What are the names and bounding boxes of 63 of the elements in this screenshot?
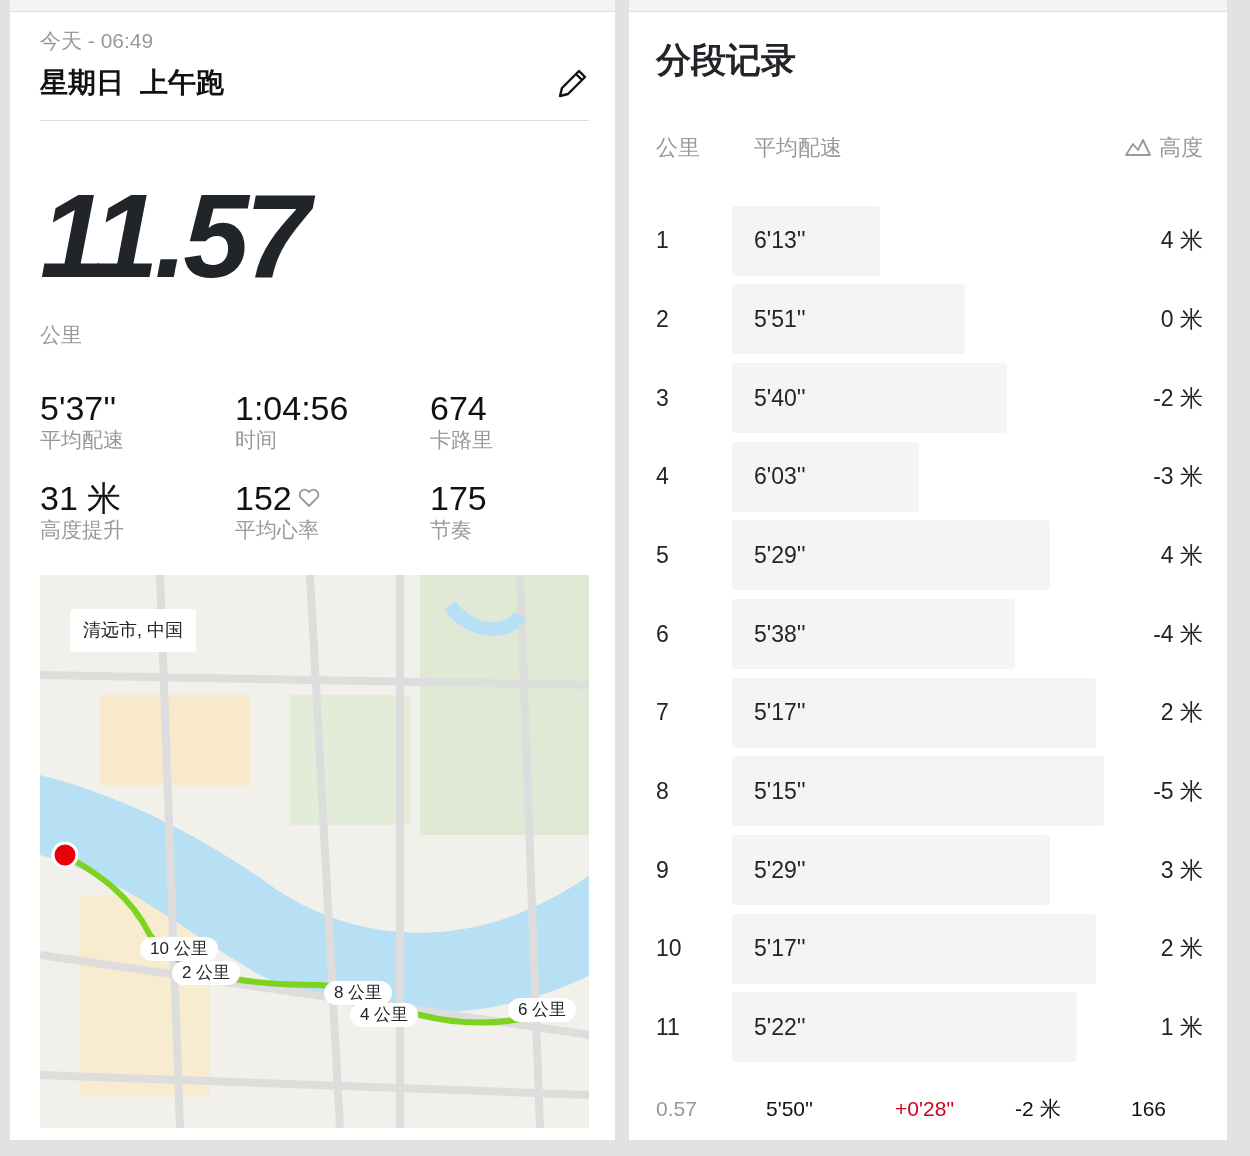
- elevation-value: 3 米: [1160, 855, 1203, 885]
- elevation-value: 4 米: [1160, 541, 1203, 570]
- pace-bar: 5'29'': [732, 835, 1050, 905]
- column-header: 公里: [656, 133, 701, 162]
- edit-button[interactable]: [557, 67, 589, 99]
- pace-bar: 6'03'': [732, 441, 919, 512]
- elevation-value: -5 米: [1153, 777, 1203, 807]
- pace-bar: 5'15'': [732, 756, 1104, 827]
- pace-bar: 5'17'': [732, 677, 1097, 748]
- stat-label: 高度提升: [40, 516, 125, 543]
- date-time: 今天 - 06:49: [40, 28, 155, 54]
- split-number: 10: [656, 934, 683, 964]
- elevation-value: 0 米: [1160, 304, 1203, 334]
- pencil-icon: [557, 67, 589, 99]
- activity-title: 星期日 上午跑: [40, 66, 224, 100]
- distance-unit: 公里: [40, 322, 83, 348]
- stat-value: 175: [430, 478, 487, 517]
- elevation-value: 4 米: [1160, 226, 1203, 256]
- split-number: 8: [656, 777, 670, 807]
- summary-value: 166: [1131, 1096, 1168, 1123]
- elevation-value: 2 米: [1160, 934, 1203, 964]
- split-number: 2: [656, 304, 670, 334]
- summary-value: 5'50'': [766, 1096, 815, 1123]
- split-number: 11: [656, 1013, 681, 1043]
- stat-label: 平均心率: [235, 516, 320, 543]
- split-number: 6: [656, 619, 670, 649]
- elevation-value: -4 米: [1153, 619, 1203, 649]
- pace-bar: 5'40'': [732, 362, 1008, 433]
- pace-bar: 5'29'': [732, 520, 1050, 591]
- stat-value: 152: [235, 478, 292, 517]
- split-number: 5: [656, 541, 670, 570]
- elevation-value: 1 米: [1160, 1013, 1203, 1043]
- elevation-value: -2 米: [1153, 383, 1203, 413]
- stat-value: 31 米: [40, 478, 122, 517]
- pace-bar: 5'38'': [732, 598, 1016, 669]
- pace-bar: 5'17'': [732, 913, 1097, 984]
- summary-value: 0.57: [656, 1096, 698, 1123]
- split-number: 1: [656, 226, 670, 256]
- column-header: 高度: [1159, 133, 1203, 162]
- elevation-value: 2 米: [1160, 698, 1203, 728]
- summary-value: -2 米: [1015, 1096, 1062, 1123]
- stat-label: 平均配速: [40, 426, 125, 453]
- stat-value: 1:04:56: [235, 388, 349, 427]
- split-number: 9: [656, 855, 670, 885]
- split-number: 4: [656, 462, 670, 492]
- distance-value: 11.57: [40, 177, 589, 295]
- elevation-value: -3 米: [1153, 462, 1203, 492]
- mountain-icon: [1125, 138, 1151, 156]
- split-number: 3: [656, 383, 670, 413]
- pace-bar: 5'51'': [732, 284, 965, 355]
- stat-label: 卡路里: [430, 426, 494, 453]
- heart-icon: [297, 487, 320, 508]
- summary-value: +0'28'': [895, 1096, 956, 1123]
- pace-bar: 6'13'': [732, 205, 880, 276]
- split-number: 7: [656, 698, 670, 728]
- section-title: 分段记录: [656, 39, 797, 81]
- stat-value: 5'37'': [40, 388, 117, 427]
- location-label: 清远市, 中国: [70, 608, 196, 652]
- pace-bar: 5'22'': [732, 992, 1077, 1063]
- stat-label: 节奏: [430, 516, 473, 543]
- column-header: 平均配速: [754, 133, 842, 162]
- stat-value: 674: [430, 388, 487, 427]
- stat-label: 时间: [235, 426, 278, 453]
